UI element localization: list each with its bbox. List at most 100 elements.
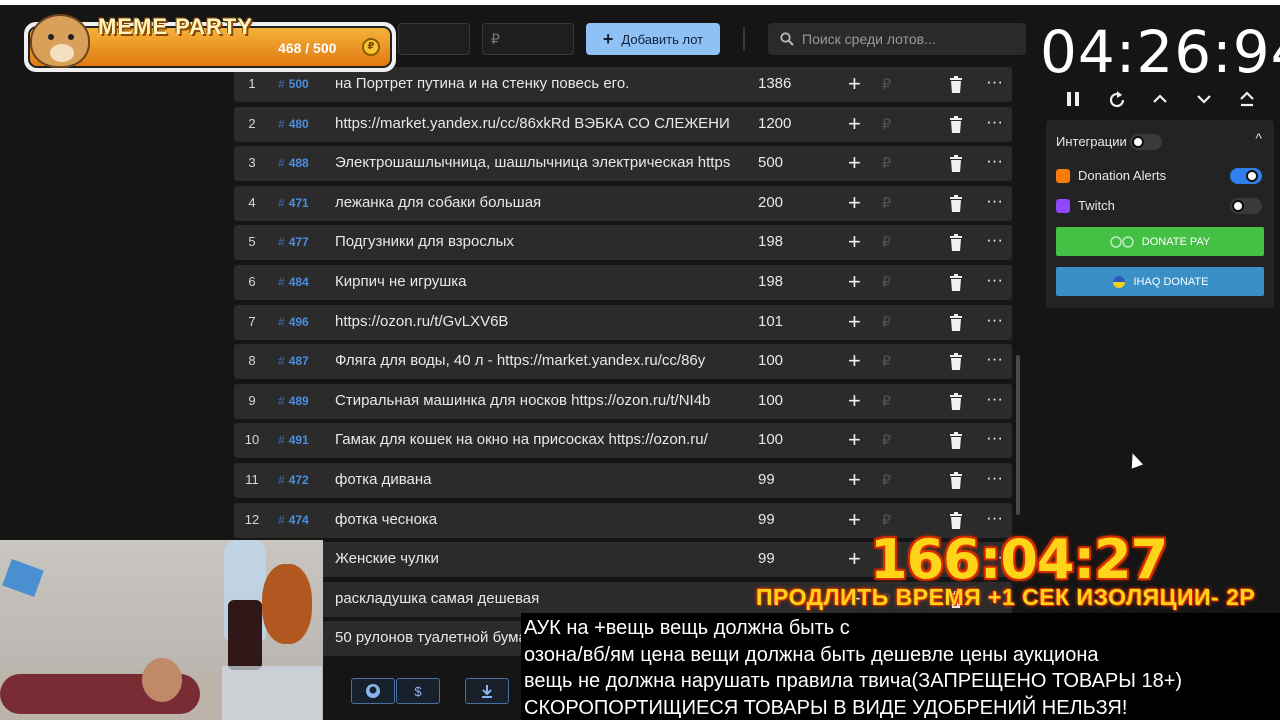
trash-icon[interactable] [948, 234, 964, 252]
trash-icon[interactable] [948, 353, 964, 371]
donate-pay-button[interactable]: DONATE PAY [1056, 227, 1264, 256]
lot-name[interactable]: фотка дивана [335, 471, 731, 488]
add-amount-icon[interactable]: + [848, 388, 861, 414]
lot-name[interactable]: https://ozon.ru/t/GvLXV6B [335, 313, 731, 330]
lot-row[interactable]: 3 #488 Электрошашлычница, шашлычница элект… [234, 146, 1012, 182]
add-amount-icon[interactable]: + [848, 229, 861, 255]
pause-icon[interactable] [1064, 90, 1082, 114]
lot-name[interactable]: Подгузники для взрослых [335, 233, 731, 250]
ruble-input[interactable]: ₽ [882, 155, 891, 172]
lot-id[interactable]: #480 [278, 117, 309, 131]
trash-icon[interactable] [948, 471, 964, 489]
lot-id[interactable]: #489 [278, 394, 309, 408]
more-icon[interactable]: ··· [986, 112, 1003, 132]
double-chevron-up-icon[interactable] [1238, 90, 1256, 114]
ruble-input[interactable]: ₽ [882, 432, 891, 449]
ruble-input[interactable]: ₽ [882, 116, 891, 133]
lot-amount-input[interactable]: ₽ [482, 23, 574, 55]
lot-name[interactable]: Стиральная машинка для носков https://oz… [335, 392, 731, 409]
donate-dollar-button[interactable]: $ [396, 678, 440, 704]
github-button[interactable] [351, 678, 395, 704]
twitch-toggle[interactable] [1230, 198, 1262, 214]
lot-name[interactable]: Кирпич не игрушка [335, 273, 731, 290]
ruble-input[interactable]: ₽ [882, 274, 891, 291]
more-icon[interactable]: ··· [986, 72, 1003, 92]
more-icon[interactable]: ··· [986, 230, 1003, 250]
trash-icon[interactable] [948, 76, 964, 93]
chevron-down-icon[interactable] [1195, 90, 1213, 114]
more-icon[interactable]: ··· [986, 191, 1003, 211]
lot-name[interactable]: Женские чулки [335, 550, 731, 567]
add-amount-icon[interactable]: + [848, 507, 861, 533]
ruble-input[interactable]: ₽ [882, 353, 891, 370]
lot-row[interactable]: 9 #489 Стиральная машинка для носков https… [234, 383, 1012, 419]
lot-row[interactable]: 10 #491 Гамак для кошек на окно на присоск… [234, 423, 1012, 459]
ruble-input[interactable]: ₽ [882, 195, 891, 212]
more-icon[interactable]: ··· [986, 310, 1003, 330]
integrations-toggle[interactable] [1130, 134, 1162, 150]
lot-row[interactable]: 11 #472 фотка дивана 99 + ₽ ··· [234, 462, 1012, 498]
lot-name[interactable]: раскладушка самая дешевая [335, 590, 731, 607]
add-amount-icon[interactable]: + [848, 546, 861, 572]
add-amount-icon[interactable]: + [848, 190, 861, 216]
trash-icon[interactable] [948, 155, 964, 173]
ihaq-donate-button[interactable]: IHAQ DONATE [1056, 267, 1264, 296]
lot-name[interactable]: https://market.yandex.ru/cc/86xkRd ВЭБКА… [335, 115, 731, 132]
lot-row[interactable]: 4 #471 лежанка для собаки большая 200 + ₽ ··· [234, 185, 1012, 221]
download-button[interactable] [465, 678, 509, 704]
lot-id[interactable]: #491 [278, 433, 309, 447]
add-amount-icon[interactable]: + [848, 348, 861, 374]
lot-search-input[interactable]: Поиск среди лотов... [768, 23, 1026, 55]
lot-name[interactable]: на Портрет путина и на стенку повесь его… [335, 75, 731, 92]
trash-icon[interactable] [948, 273, 964, 291]
trash-icon[interactable] [948, 392, 964, 410]
lot-name[interactable]: фотка чеснока [335, 511, 731, 528]
more-icon[interactable]: ··· [986, 151, 1003, 171]
lot-name[interactable]: лежанка для собаки большая [335, 194, 731, 211]
add-amount-icon[interactable]: + [848, 467, 861, 493]
more-icon[interactable]: ··· [986, 428, 1003, 448]
add-amount-icon[interactable]: + [848, 427, 861, 453]
lot-row[interactable]: 6 #484 Кирпич не игрушка 198 + ₽ ··· [234, 264, 1012, 300]
lot-row[interactable]: 5 #477 Подгузники для взрослых 198 + ₽ ··· [234, 225, 1012, 261]
more-icon[interactable]: ··· [986, 468, 1003, 488]
trash-icon[interactable] [948, 313, 964, 331]
more-icon[interactable]: ··· [986, 389, 1003, 409]
lot-name[interactable]: Гамак для кошек на окно на присосках htt… [335, 431, 731, 448]
ruble-input[interactable]: ₽ [882, 512, 891, 529]
lot-id[interactable]: #474 [278, 513, 309, 527]
lot-id[interactable]: #496 [278, 315, 309, 329]
lot-row[interactable]: 7 #496 https://ozon.ru/t/GvLXV6B 101 + ₽ ··· [234, 304, 1012, 340]
lot-name[interactable]: Электрошашлычница, шашлычница электричес… [335, 154, 731, 171]
lot-id[interactable]: #487 [278, 354, 309, 368]
add-lot-button[interactable]: + Добавить лот [586, 23, 720, 55]
reset-icon[interactable] [1107, 90, 1127, 116]
lot-row[interactable]: 8 #487 Фляга для воды, 40 л - https://mark… [234, 344, 1012, 380]
ruble-input[interactable]: ₽ [882, 76, 891, 93]
lot-row[interactable]: 1 #500 на Портрет путина и на стенку пове… [234, 67, 1012, 102]
lot-name-input[interactable] [398, 23, 470, 55]
collapse-chevron-icon[interactable]: ^ [1255, 130, 1262, 146]
add-amount-icon[interactable]: + [848, 269, 861, 295]
lot-id[interactable]: #472 [278, 473, 309, 487]
add-amount-icon[interactable]: + [848, 150, 861, 176]
donation-alerts-toggle[interactable] [1230, 168, 1262, 184]
add-amount-icon[interactable]: + [848, 309, 861, 335]
more-icon[interactable]: ··· [986, 270, 1003, 290]
lot-row[interactable]: 2 #480 https://market.yandex.ru/cc/86xkRd … [234, 106, 1012, 142]
chevron-up-icon[interactable] [1151, 90, 1169, 114]
lot-id[interactable]: #477 [278, 235, 309, 249]
trash-icon[interactable] [948, 115, 964, 133]
add-amount-icon[interactable]: + [848, 71, 861, 97]
ruble-input[interactable]: ₽ [882, 472, 891, 489]
lot-id[interactable]: #471 [278, 196, 309, 210]
more-icon[interactable]: ··· [986, 349, 1003, 369]
ruble-input[interactable]: ₽ [882, 234, 891, 251]
lot-name[interactable]: Фляга для воды, 40 л - https://market.ya… [335, 352, 731, 369]
add-amount-icon[interactable]: + [848, 111, 861, 137]
ruble-input[interactable]: ₽ [882, 314, 891, 331]
lot-id[interactable]: #484 [278, 275, 309, 289]
trash-icon[interactable] [948, 432, 964, 450]
trash-icon[interactable] [948, 511, 964, 529]
trash-icon[interactable] [948, 194, 964, 212]
